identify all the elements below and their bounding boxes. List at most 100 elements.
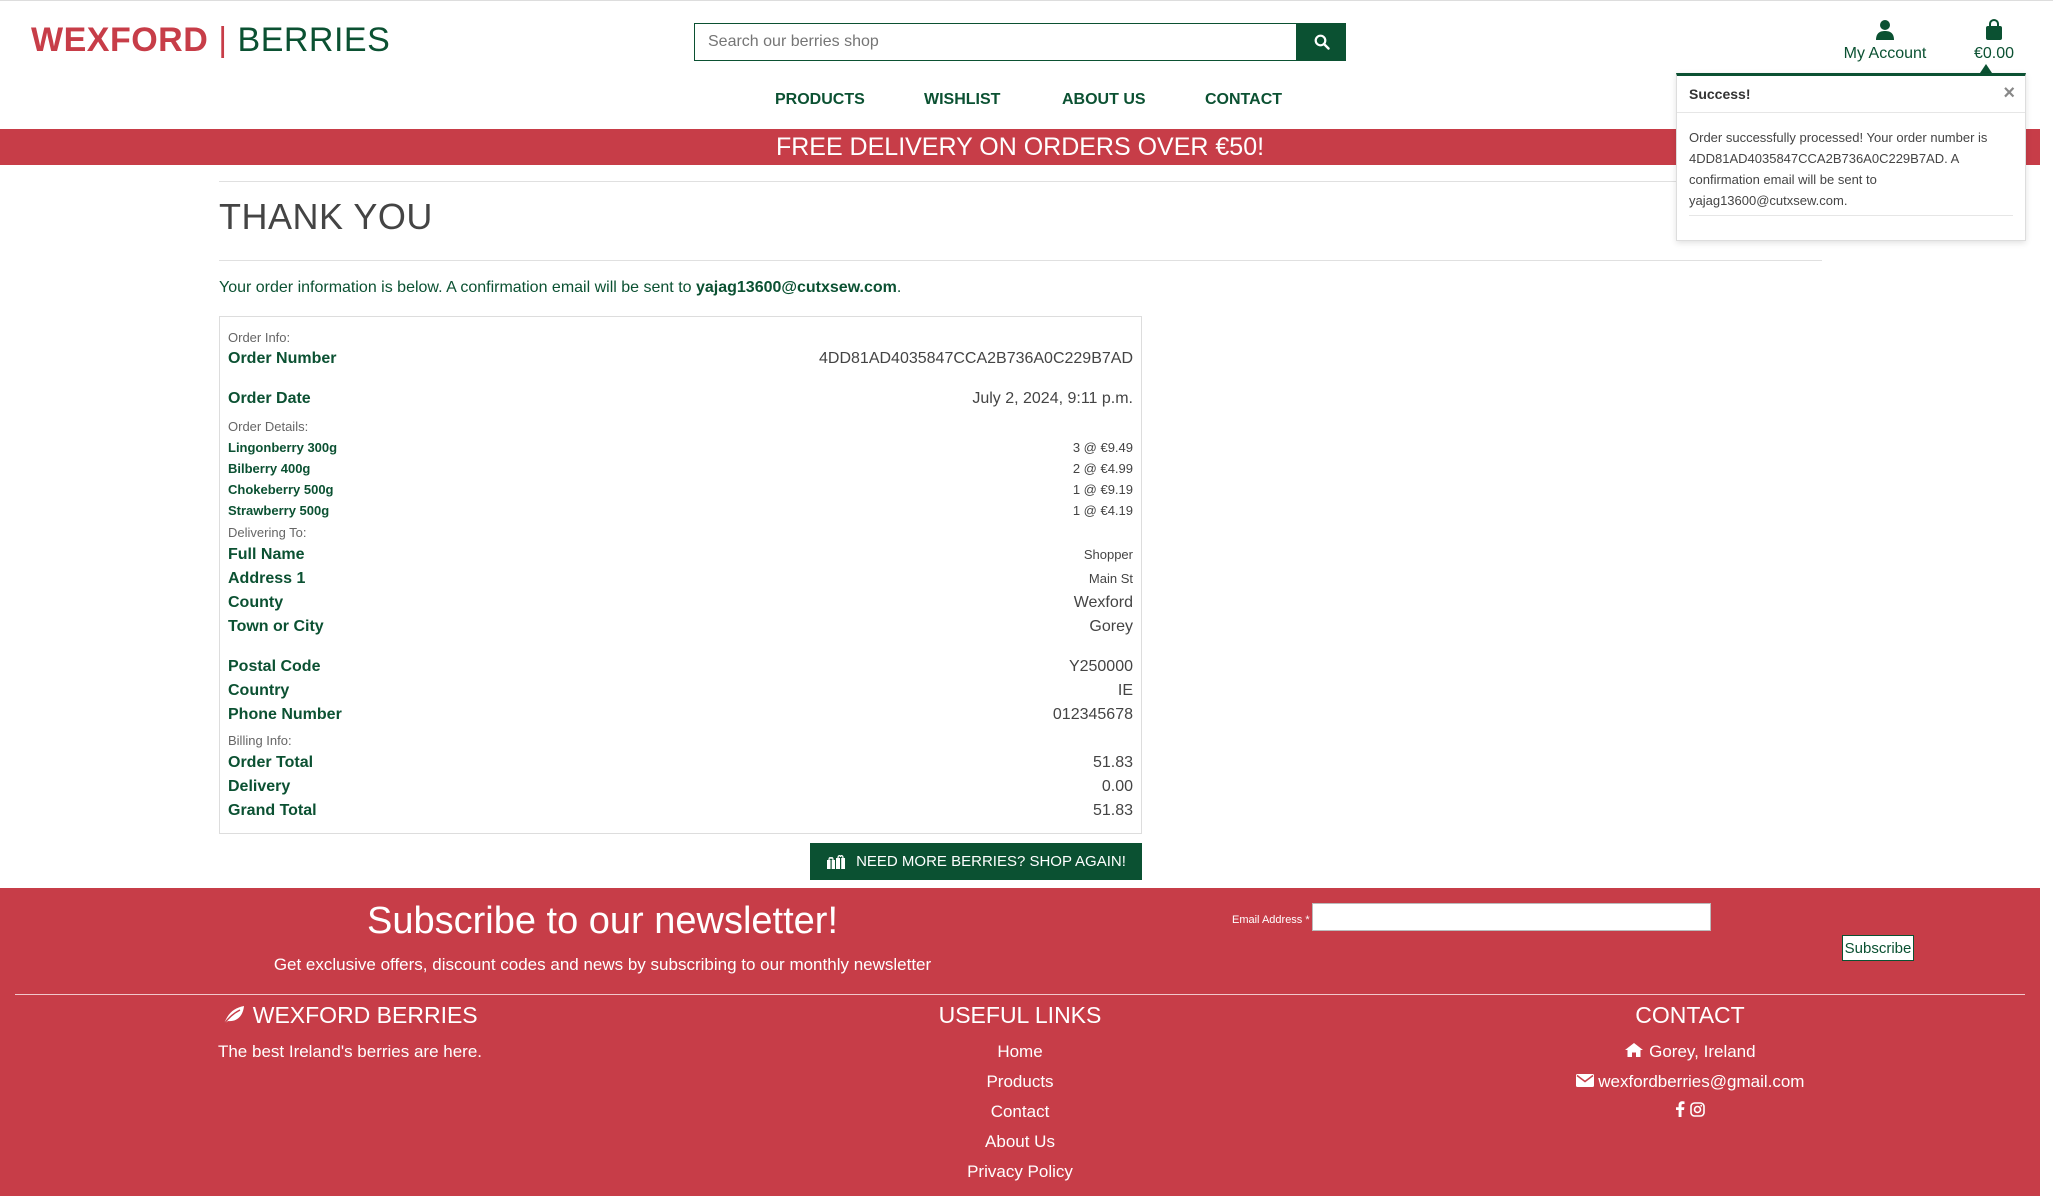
search-icon bbox=[1314, 34, 1330, 50]
county-value: Wexford bbox=[1073, 594, 1133, 611]
town-value: Gorey bbox=[1089, 618, 1133, 635]
list-item: Chokeberry 500g 1 @ €9.19 bbox=[228, 482, 1133, 497]
order-date-label: Order Date bbox=[228, 390, 311, 407]
shopping-bag-link[interactable]: €0.00 bbox=[1964, 18, 2024, 63]
divider bbox=[219, 260, 1822, 261]
item-name: Lingonberry 300g bbox=[228, 440, 338, 455]
delivery-value: 0.00 bbox=[1101, 778, 1133, 795]
item-qty: 1 @ €9.19 bbox=[1072, 482, 1133, 497]
logo-berries: BERRIES bbox=[237, 21, 391, 59]
search-button[interactable] bbox=[1297, 23, 1346, 61]
grand-total-label: Grand Total bbox=[228, 802, 317, 819]
toast-message: Order successfully processed! Your order… bbox=[1689, 130, 1988, 208]
toast-header: Success! × bbox=[1677, 76, 2025, 113]
logo-separator: | bbox=[208, 21, 238, 59]
facebook-icon[interactable] bbox=[1675, 1101, 1685, 1117]
order-number-label: Order Number bbox=[228, 350, 337, 367]
section-label-billing-info: Billing Info: bbox=[228, 733, 292, 748]
order-total-label: Order Total bbox=[228, 754, 314, 771]
logo-wexford: WEXFORD bbox=[31, 21, 209, 59]
list-item: Lingonberry 300g 3 @ €9.49 bbox=[228, 440, 1133, 455]
shopping-bag-icon bbox=[1964, 18, 2024, 41]
instagram-icon[interactable] bbox=[1690, 1102, 1705, 1117]
contact-email[interactable]: wexfordberries@gmail.com bbox=[1540, 1067, 1840, 1097]
footer-contact: CONTACT Gorey, Ireland wexfordberries@gm… bbox=[1540, 1002, 1840, 1127]
social-links bbox=[1540, 1097, 1840, 1127]
newsletter-title: Subscribe to our newsletter! bbox=[366, 900, 838, 942]
success-toast: Success! × Order successfully processed!… bbox=[1676, 73, 2026, 241]
contact-email-text: wexfordberries@gmail.com bbox=[1598, 1072, 1805, 1091]
footer-useful-links: USEFUL LINKS Home Products Contact About… bbox=[870, 1002, 1170, 1187]
item-qty: 1 @ €4.19 bbox=[1072, 503, 1133, 518]
country-value: IE bbox=[1117, 682, 1133, 699]
footer-brand-tagline: The best Ireland's berries are here. bbox=[217, 1042, 483, 1061]
county-label: County bbox=[228, 594, 284, 611]
footer-divider bbox=[15, 994, 2025, 995]
gifts-icon bbox=[827, 854, 846, 869]
phone-value: 012345678 bbox=[1052, 706, 1133, 723]
intro-end: . bbox=[896, 279, 902, 296]
item-qty: 2 @ €4.99 bbox=[1072, 461, 1133, 476]
full-name-value: Shopper bbox=[1083, 547, 1133, 562]
grand-total-value: 51.83 bbox=[1092, 802, 1133, 819]
delivery-label: Delivery bbox=[228, 778, 291, 795]
my-account-link[interactable]: My Account bbox=[1840, 19, 1930, 63]
contact-location: Gorey, Ireland bbox=[1540, 1037, 1840, 1067]
footer-link-contact[interactable]: Contact bbox=[870, 1097, 1170, 1127]
address1-label: Address 1 bbox=[228, 570, 306, 587]
phone-label: Phone Number bbox=[228, 706, 342, 723]
footer-link-home[interactable]: Home bbox=[870, 1037, 1170, 1067]
footer-brand: WEXFORD BERRIES The best Ireland's berri… bbox=[200, 1002, 500, 1067]
useful-links-heading: USEFUL LINKS bbox=[938, 1002, 1102, 1028]
intro-text: Your order information is below. A confi… bbox=[219, 279, 696, 296]
nav-wishlist[interactable]: WISHLIST bbox=[924, 91, 1000, 109]
leaf-icon bbox=[223, 1006, 245, 1025]
divider bbox=[219, 181, 1822, 182]
bag-total: €0.00 bbox=[1973, 45, 2015, 62]
country-label: Country bbox=[228, 682, 290, 699]
site-logo[interactable]: WEXFORD | BERRIES bbox=[31, 21, 390, 60]
address1-value: Main St bbox=[1088, 571, 1133, 586]
intro-email: yajag13600@cutxsew.com bbox=[695, 279, 897, 296]
contact-location-text: Gorey, Ireland bbox=[1649, 1042, 1756, 1061]
order-number-value: 4DD81AD4035847CCA2B736A0C229B7AD bbox=[819, 350, 1133, 367]
shop-again-button[interactable]: NEED MORE BERRIES? SHOP AGAIN! bbox=[810, 843, 1142, 880]
envelope-icon bbox=[1575, 1074, 1594, 1087]
shop-again-label: NEED MORE BERRIES? SHOP AGAIN! bbox=[856, 853, 1126, 870]
contact-heading: CONTACT bbox=[1635, 1002, 1745, 1028]
town-label: Town or City bbox=[228, 618, 324, 635]
section-label-order-info: Order Info: bbox=[228, 330, 291, 345]
item-qty: 3 @ €9.49 bbox=[1072, 440, 1133, 455]
toast-divider bbox=[1689, 215, 2013, 216]
newsletter-text: Get exclusive offers, discount codes and… bbox=[273, 955, 932, 974]
section-label-delivering-to: Delivering To: bbox=[228, 525, 307, 540]
footer-link-about-us[interactable]: About Us bbox=[870, 1127, 1170, 1157]
order-intro: Your order information is below. A confi… bbox=[219, 279, 901, 297]
postal-code-value: Y250000 bbox=[1068, 658, 1133, 675]
newsletter-email-input[interactable] bbox=[1312, 903, 1711, 931]
user-icon bbox=[1840, 19, 1930, 41]
list-item: Strawberry 500g 1 @ €4.19 bbox=[228, 503, 1133, 518]
footer-link-products[interactable]: Products bbox=[870, 1067, 1170, 1097]
toast-arrow bbox=[1980, 64, 1992, 73]
order-date-value: July 2, 2024, 9:11 p.m. bbox=[972, 390, 1133, 407]
page-title: THANK YOU bbox=[219, 196, 433, 237]
order-total-value: 51.83 bbox=[1092, 754, 1133, 771]
footer-link-privacy-policy[interactable]: Privacy Policy bbox=[870, 1157, 1170, 1187]
email-label: Email Address * bbox=[1232, 914, 1310, 926]
item-name: Strawberry 500g bbox=[228, 503, 330, 518]
home-icon bbox=[1625, 1043, 1644, 1057]
subscribe-button[interactable]: Subscribe bbox=[1842, 935, 1914, 961]
close-icon[interactable]: × bbox=[2003, 82, 2015, 105]
search-form bbox=[694, 23, 1346, 61]
list-item: Bilberry 400g 2 @ €4.99 bbox=[228, 461, 1133, 476]
item-name: Bilberry 400g bbox=[228, 461, 311, 476]
nav-products[interactable]: PRODUCTS bbox=[775, 91, 865, 109]
footer-brand-title: WEXFORD BERRIES bbox=[252, 1002, 478, 1028]
search-input[interactable] bbox=[694, 23, 1297, 61]
my-account-label: My Account bbox=[1843, 45, 1927, 62]
postal-code-label: Postal Code bbox=[228, 658, 321, 675]
nav-about-us[interactable]: ABOUT US bbox=[1062, 91, 1146, 109]
toast-title: Success! bbox=[1689, 86, 1751, 102]
nav-contact[interactable]: CONTACT bbox=[1205, 91, 1282, 109]
